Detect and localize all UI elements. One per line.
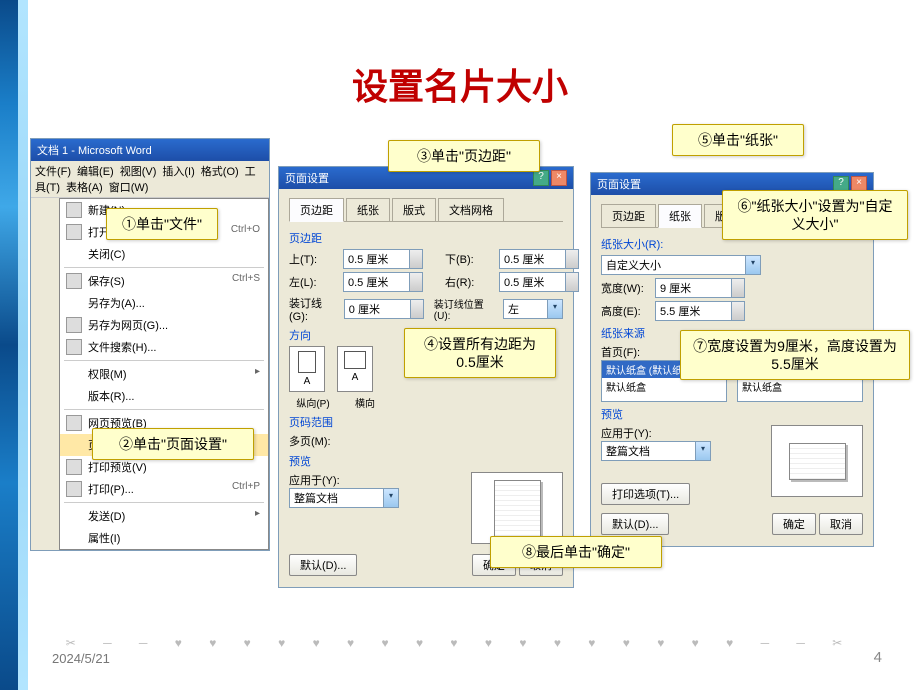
preview-2 (771, 425, 863, 497)
file-menu[interactable]: 新建(N)... 打开(O)...Ctrl+O 关闭(C) 保存(S)Ctrl+… (59, 198, 269, 550)
paper-height-input[interactable]: 5.5 厘米 (655, 301, 745, 321)
print-options-button[interactable]: 打印选项(T)... (601, 483, 690, 505)
page-title: 设置名片大小 (0, 58, 920, 110)
gutter-input[interactable]: 0 厘米 (344, 299, 424, 319)
footer-date: 2024/5/21 (52, 651, 110, 666)
file-item-version: 版本(R)... (60, 385, 268, 407)
file-item-print: 打印(P)...Ctrl+P (60, 478, 268, 500)
preview (471, 472, 563, 544)
callout-3: ③单击"页边距" (388, 140, 540, 172)
ok-button-2[interactable]: 确定 (772, 513, 816, 535)
word-menubar[interactable]: 文件(F)编辑(E)视图(V)插入(I)格式(O)工具(T)表格(A)窗口(W) (31, 161, 269, 198)
default-button-2[interactable]: 默认(D)... (601, 513, 669, 535)
margin-left-input[interactable]: 0.5 厘米 (343, 272, 423, 292)
gutter-pos-select[interactable]: 左▾ (503, 299, 563, 319)
file-item-saveas: 另存为(A)... (60, 292, 268, 314)
callout-7: ⑦宽度设置为9厘米，高度设置为5.5厘米 (680, 330, 910, 380)
file-item-save: 保存(S)Ctrl+S (60, 270, 268, 292)
callout-2: ②单击"页面设置" (92, 428, 254, 460)
callout-5: ⑤单击"纸张" (672, 124, 804, 156)
footer-decoration: ✂ ─ ─ ♥ ♥ ♥ ♥ ♥ ♥ ♥ ♥ ♥ ♥ ♥ ♥ ♥ ♥ ♥ ♥ ♥ … (30, 636, 890, 652)
apply-to-select[interactable]: 整篇文档▾ (289, 488, 399, 508)
file-item-perm: 权限(M)▸ (60, 363, 268, 385)
file-item-close: 关闭(C) (60, 243, 268, 265)
file-item-props: 属性(I) (60, 527, 268, 549)
cancel-button-2[interactable]: 取消 (819, 513, 863, 535)
apply-to-select-2[interactable]: 整篇文档▾ (601, 441, 711, 461)
close-icon[interactable]: × (551, 170, 567, 186)
tabs-margins[interactable]: 页边距纸张版式文档网格 (289, 197, 563, 222)
callout-4: ④设置所有边距为0.5厘米 (404, 328, 556, 378)
file-item-send: 发送(D)▸ (60, 505, 268, 527)
file-item-search: 文件搜索(H)... (60, 336, 268, 358)
callout-1: ①单击"文件" (106, 208, 218, 240)
margin-bottom-input[interactable]: 0.5 厘米 (499, 249, 579, 269)
orient-landscape[interactable]: A (337, 346, 373, 392)
margin-right-input[interactable]: 0.5 厘米 (499, 272, 579, 292)
callout-6: ⑥"纸张大小"设置为"自定义大小" (722, 190, 908, 240)
callout-8: ⑧最后单击"确定" (490, 536, 662, 568)
help-icon[interactable]: ? (533, 170, 549, 186)
paper-width-input[interactable]: 9 厘米 (655, 278, 745, 298)
margin-top-input[interactable]: 0.5 厘米 (343, 249, 423, 269)
paper-size-select[interactable]: 自定义大小▾ (601, 255, 761, 275)
file-item-saveweb: 另存为网页(G)... (60, 314, 268, 336)
footer-page-number: 4 (874, 649, 882, 666)
word-titlebar: 文档 1 - Microsoft Word (31, 139, 269, 161)
default-button[interactable]: 默认(D)... (289, 554, 357, 576)
orient-portrait[interactable]: A (289, 346, 325, 392)
word-window: 文档 1 - Microsoft Word 文件(F)编辑(E)视图(V)插入(… (30, 138, 270, 551)
